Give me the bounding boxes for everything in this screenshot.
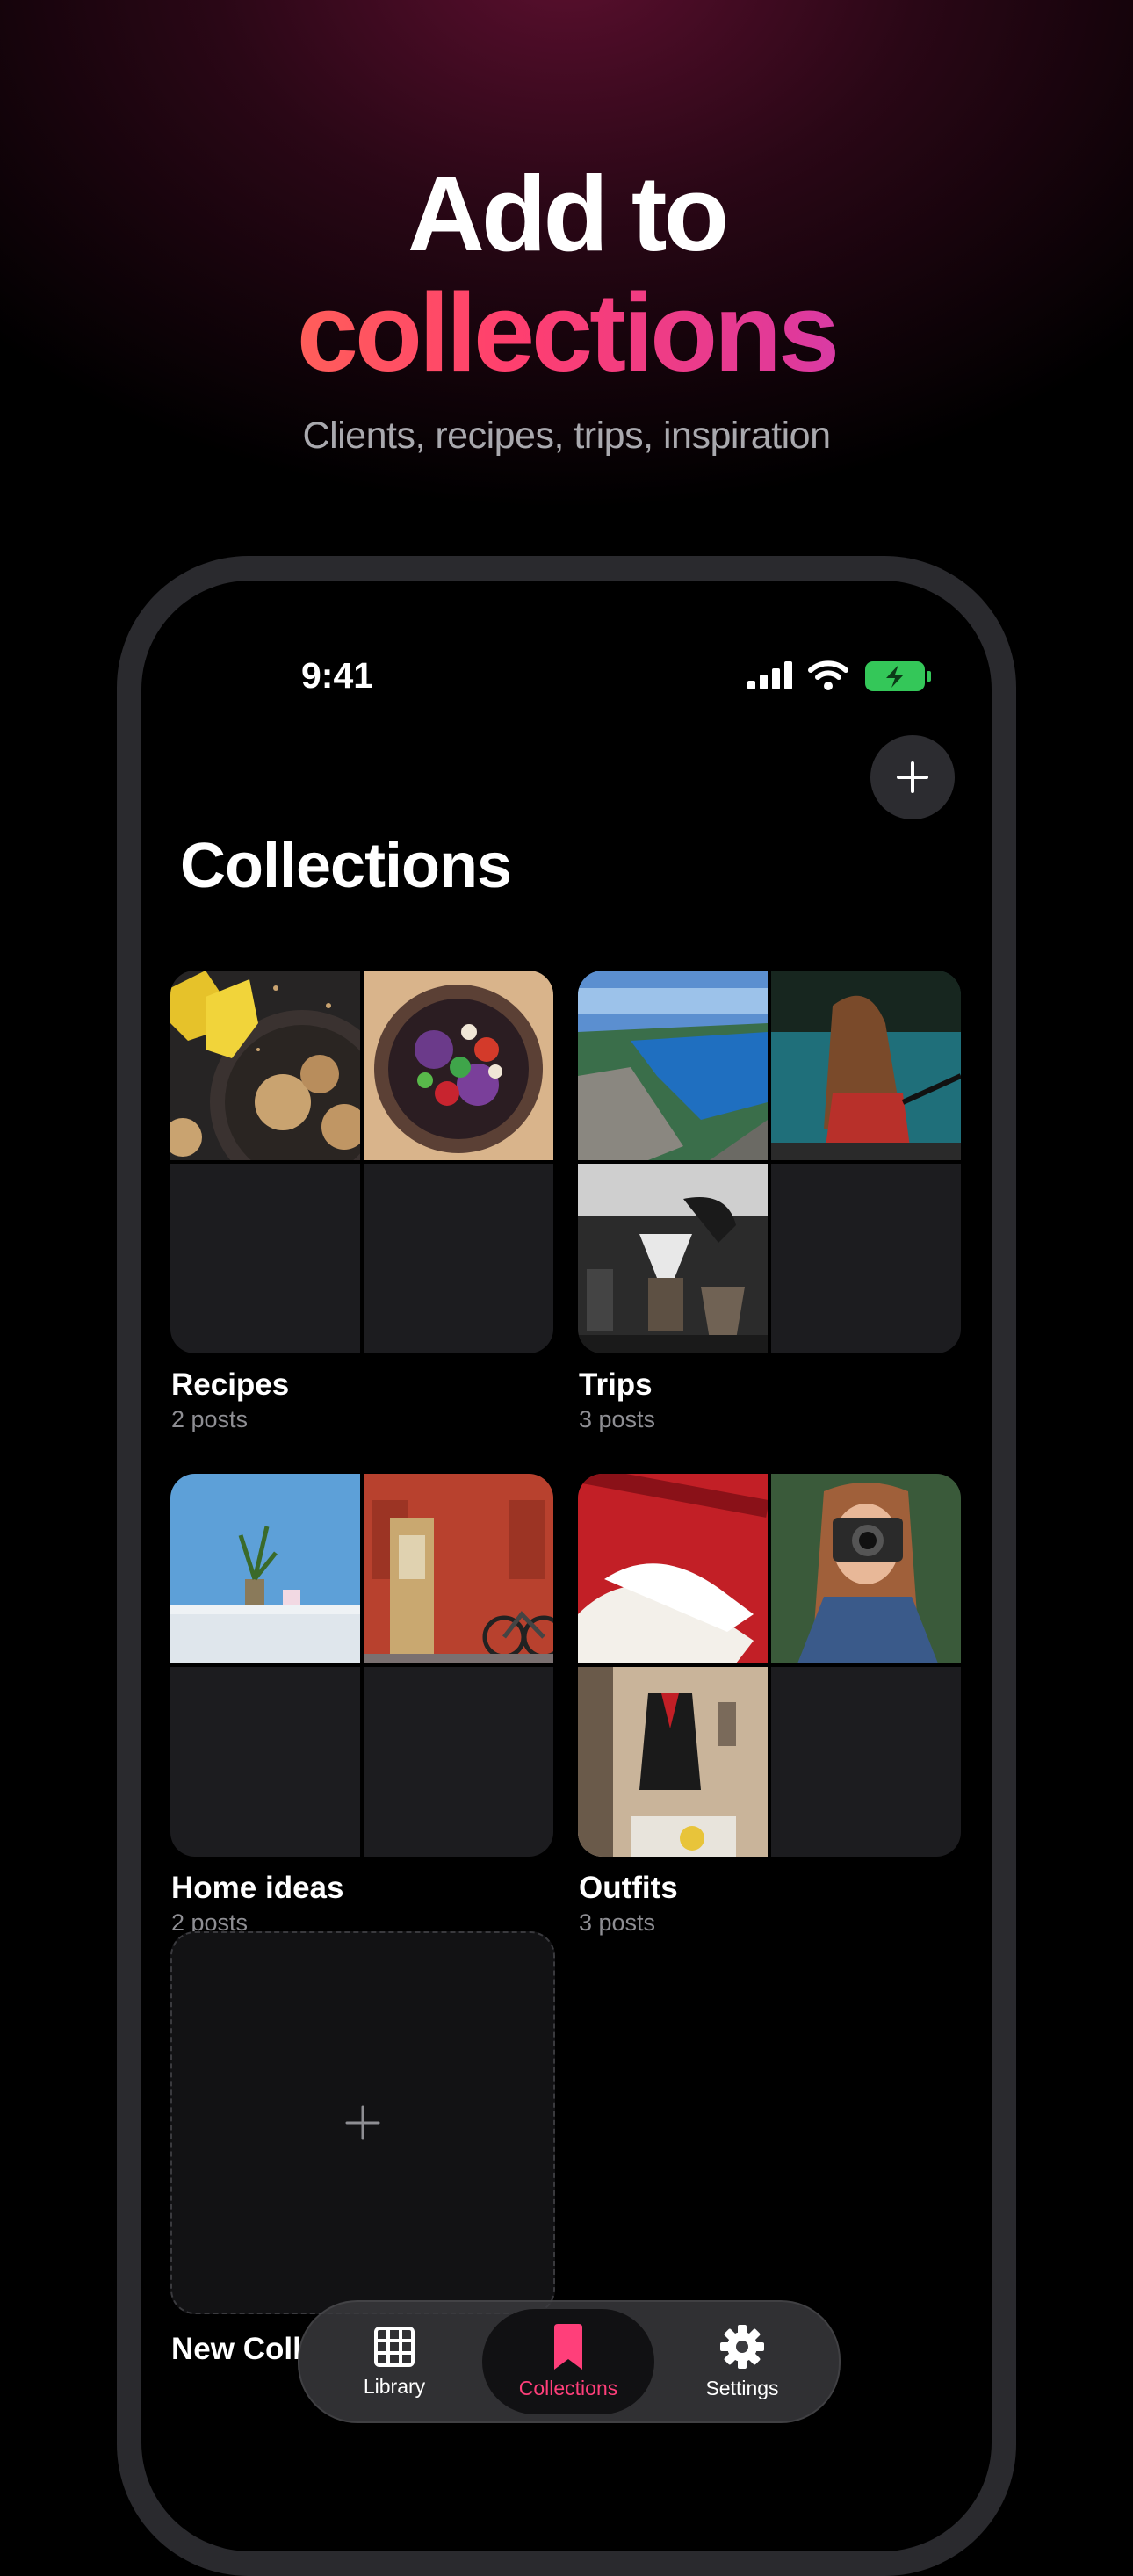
new-collection-label: New Coll	[171, 2332, 301, 2366]
collection-name: Recipes	[171, 1367, 290, 1402]
status-time: 9:41	[301, 655, 374, 696]
tab-label: Collections	[518, 2376, 618, 2399]
empty-slot	[771, 1164, 961, 1353]
photo-kayak-woman	[771, 971, 961, 1160]
phone-screen: 9:41 Collections Recipes 2 posts Trips 3…	[141, 581, 992, 2551]
status-bar: 9:41	[141, 649, 992, 702]
collection-count: 2 posts	[171, 1406, 249, 1432]
bookmark-icon	[554, 2323, 582, 2370]
photo-woman-camera	[771, 1474, 961, 1663]
battery-charging-icon	[865, 661, 931, 691]
photo-salad-bowl	[364, 971, 553, 1160]
collection-count: 3 posts	[579, 1909, 656, 1936]
collection-name: Home ideas	[171, 1871, 344, 1905]
collection-count: 3 posts	[579, 1406, 656, 1432]
photo-white-heels	[578, 1474, 768, 1663]
collection-card-recipes[interactable]	[170, 971, 553, 1353]
empty-slot	[170, 1164, 360, 1353]
empty-slot	[771, 1667, 961, 1857]
collection-card-outfits[interactable]	[578, 1474, 961, 1857]
gear-icon	[720, 2324, 764, 2369]
empty-slot	[364, 1667, 553, 1857]
tab-bar: Library Collections Settings	[298, 2300, 841, 2423]
photo-jacket-wall	[578, 1667, 768, 1857]
empty-slot	[170, 1667, 360, 1857]
photo-red-door	[364, 1474, 553, 1663]
tab-label: Settings	[705, 2376, 779, 2399]
grid-icon	[374, 2326, 415, 2367]
collection-card-trips[interactable]	[578, 971, 961, 1353]
photo-fjord	[578, 971, 768, 1160]
photo-plant-shelf	[170, 1474, 360, 1663]
plus-icon	[897, 761, 928, 793]
cellular-signal-icon	[747, 661, 792, 689]
photo-coffee-brewing	[578, 1164, 768, 1353]
photo-muffins	[170, 971, 360, 1160]
tab-settings[interactable]: Settings	[656, 2309, 828, 2414]
wifi-icon	[808, 660, 848, 690]
empty-slot	[364, 1164, 553, 1353]
tab-label: Library	[363, 2374, 426, 2398]
headline-line-2: collections	[0, 278, 1133, 388]
tab-library[interactable]: Library	[308, 2309, 480, 2414]
add-collection-button[interactable]	[870, 735, 955, 819]
collection-name: Trips	[579, 1367, 653, 1402]
tab-collections[interactable]: Collections	[482, 2309, 654, 2414]
plus-icon	[345, 2105, 380, 2140]
headline-line-1: Add to	[407, 154, 729, 273]
new-collection-card[interactable]	[170, 1931, 555, 2314]
collection-card-home-ideas[interactable]	[170, 1474, 553, 1857]
collection-name: Outfits	[579, 1871, 678, 1905]
phone-frame: 9:41 Collections Recipes 2 posts Trips 3…	[117, 556, 1016, 2576]
subtitle: Clients, recipes, trips, inspiration	[302, 415, 831, 457]
page-title: Collections	[180, 831, 512, 901]
